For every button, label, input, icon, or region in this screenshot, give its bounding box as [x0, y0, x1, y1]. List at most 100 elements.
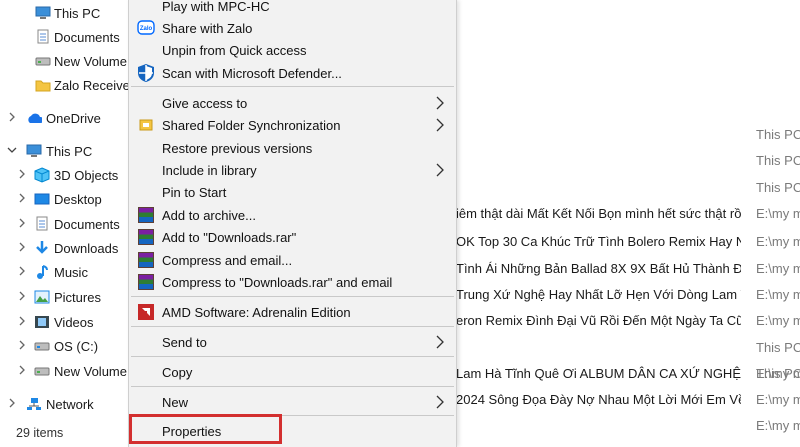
nav-item-videos[interactable]: Videos [0, 311, 128, 333]
defender-shield-icon [137, 64, 155, 82]
list-item[interactable]: This PC\ [456, 336, 800, 360]
nav-item-this-pc[interactable]: This PC [0, 140, 128, 162]
chevron-right-icon[interactable] [15, 193, 29, 206]
menu-item-play-mpc-hc[interactable]: Play with MPC-HC [129, 0, 456, 17]
list-item[interactable]: OK Top 30 Ca Khúc Trữ Tình Bolero Remix … [456, 230, 800, 254]
menu-item-copy[interactable]: Copy [129, 361, 456, 383]
chevron-right-icon[interactable] [5, 112, 19, 125]
menu-item-include-in-library[interactable]: Include in library [129, 159, 456, 181]
nav-label: OneDrive [46, 110, 101, 126]
drive-icon [35, 54, 51, 68]
menu-item-shared-folder-sync[interactable]: Shared Folder Synchronization [129, 114, 456, 136]
menu-item-unpin-quick-access[interactable]: Unpin from Quick access [129, 39, 456, 61]
winrar-icon [137, 228, 155, 246]
list-item[interactable]: This PC\ [456, 149, 800, 173]
menu-item-share-zalo[interactable]: Zalo Share with Zalo [129, 17, 456, 39]
list-item[interactable]: eron Remix Đình Đại Vũ Rồi Đến Một Ngày … [456, 309, 800, 333]
nav-item-downloads[interactable]: Downloads [0, 237, 128, 259]
music-icon [34, 265, 50, 279]
chevron-right-icon[interactable] [15, 365, 29, 378]
chevron-down-icon[interactable] [5, 145, 19, 157]
nav-label: Network [46, 396, 94, 412]
nav-item-onedrive[interactable]: OneDrive [0, 107, 128, 129]
menu-item-compress-to-rar-and-email[interactable]: Compress to "Downloads.rar" and email [129, 271, 456, 293]
documents-icon [35, 29, 51, 44]
list-item[interactable]: Trung Xứ Nghệ Hay Nhất Lỡ Hẹn Với Dòng L… [456, 283, 800, 307]
desktop-icon [34, 192, 50, 206]
chevron-right-icon[interactable] [15, 218, 29, 231]
nav-item-new-volume[interactable]: New Volume (E:) [0, 360, 152, 382]
nav-item-new-volume-quick[interactable]: New Volume (E:) [0, 50, 152, 72]
nav-item-music[interactable]: Music [0, 261, 128, 283]
nav-label: This PC [54, 5, 101, 21]
menu-item-give-access[interactable]: Give access to [129, 92, 456, 114]
menu-item-restore-previous-versions[interactable]: Restore previous versions [129, 137, 456, 159]
nav-label: Downloads [54, 240, 119, 256]
chevron-right-icon [434, 92, 446, 114]
menu-item-compress-and-email[interactable]: Compress and email... [129, 249, 456, 271]
chevron-right-icon[interactable] [15, 169, 29, 182]
chevron-right-icon[interactable] [15, 291, 29, 304]
file-list: This PC\ This PC\ This PC\ iêm thật dài … [456, 0, 800, 447]
list-item[interactable]: iêm thật dài Mất Kết Nối Bọn mình hết sứ… [456, 202, 800, 226]
nav-item-zalo-received[interactable]: Zalo Received [0, 74, 137, 96]
chevron-right-icon[interactable] [15, 316, 29, 329]
winrar-icon [137, 251, 155, 269]
menu-separator [131, 326, 454, 327]
download-icon [34, 241, 50, 255]
drive-icon [34, 364, 50, 378]
drive-icon [34, 339, 50, 353]
nav-label: This PC [46, 143, 93, 159]
nav-label: Music [54, 264, 88, 280]
documents-icon [34, 216, 50, 231]
list-item[interactable]: Tình Ái Những Bản Ballad 8X 9X Bất Hủ Th… [456, 257, 800, 281]
list-item[interactable]: This PC\ [456, 176, 800, 200]
menu-item-scan-defender[interactable]: Scan with Microsoft Defender... [129, 62, 456, 84]
menu-item-add-to-downloads-rar[interactable]: Add to "Downloads.rar" [129, 226, 456, 248]
context-menu: Play with MPC-HC Zalo Share with Zalo Un… [128, 0, 457, 447]
menu-item-send-to[interactable]: Send to [129, 331, 456, 353]
chevron-right-icon[interactable] [15, 266, 29, 279]
amd-icon [137, 303, 155, 321]
folder-icon [35, 78, 51, 92]
nav-item-os-c[interactable]: OS (C:) [0, 335, 128, 357]
computer-icon [35, 6, 51, 20]
nav-item-pictures[interactable]: Pictures [0, 286, 128, 308]
cube-icon [34, 167, 50, 183]
menu-separator [131, 296, 454, 297]
menu-item-add-to-archive[interactable]: Add to archive... [129, 204, 456, 226]
chevron-right-icon [434, 391, 446, 413]
svg-text:Zalo: Zalo [140, 26, 153, 32]
list-item[interactable]: Lam Hà Tĩnh Quê Ơi ALBUM DÂN CA XỨ NGHỆ … [456, 362, 800, 386]
chevron-right-icon[interactable] [15, 340, 29, 353]
navigation-pane: This PC Documents New Volume (E:) Zalo R… [0, 0, 152, 447]
list-item[interactable]: 2024 Sông Đọa Đày Nợ Nhau Một Lời Mới Em… [456, 388, 800, 412]
menu-separator [131, 356, 454, 357]
menu-item-pin-to-start[interactable]: Pin to Start [129, 181, 456, 203]
nav-item-3d-objects[interactable]: 3D Objects [0, 164, 128, 186]
list-item[interactable]: This PC\ [456, 123, 800, 147]
nav-item-desktop[interactable]: Desktop [0, 188, 128, 210]
nav-label: Desktop [54, 191, 102, 207]
winrar-icon [137, 206, 155, 224]
nav-item-documents[interactable]: Documents [0, 213, 128, 235]
sync-icon [137, 116, 155, 134]
menu-item-amd-software[interactable]: AMD Software: Adrenalin Edition [129, 301, 456, 323]
chevron-right-icon [434, 159, 446, 181]
nav-item-network[interactable]: Network [0, 393, 128, 415]
nav-item-documents-quick[interactable]: Documents [0, 26, 128, 48]
nav-label: Videos [54, 314, 94, 330]
nav-item-this-pc-quick[interactable]: This PC [0, 2, 128, 24]
chevron-right-icon[interactable] [15, 242, 29, 255]
menu-item-new[interactable]: New [129, 391, 456, 413]
nav-label: Documents [54, 216, 120, 232]
pictures-icon [34, 290, 50, 304]
chevron-right-icon[interactable] [5, 398, 19, 411]
nav-label: Pictures [54, 289, 101, 305]
status-items-count: 29 items [16, 426, 64, 440]
list-item[interactable]: E:\my m [456, 414, 800, 438]
menu-separator [131, 386, 454, 387]
network-icon [26, 397, 42, 411]
nav-label: Zalo Received [54, 77, 138, 93]
nav-label: Documents [54, 29, 120, 45]
